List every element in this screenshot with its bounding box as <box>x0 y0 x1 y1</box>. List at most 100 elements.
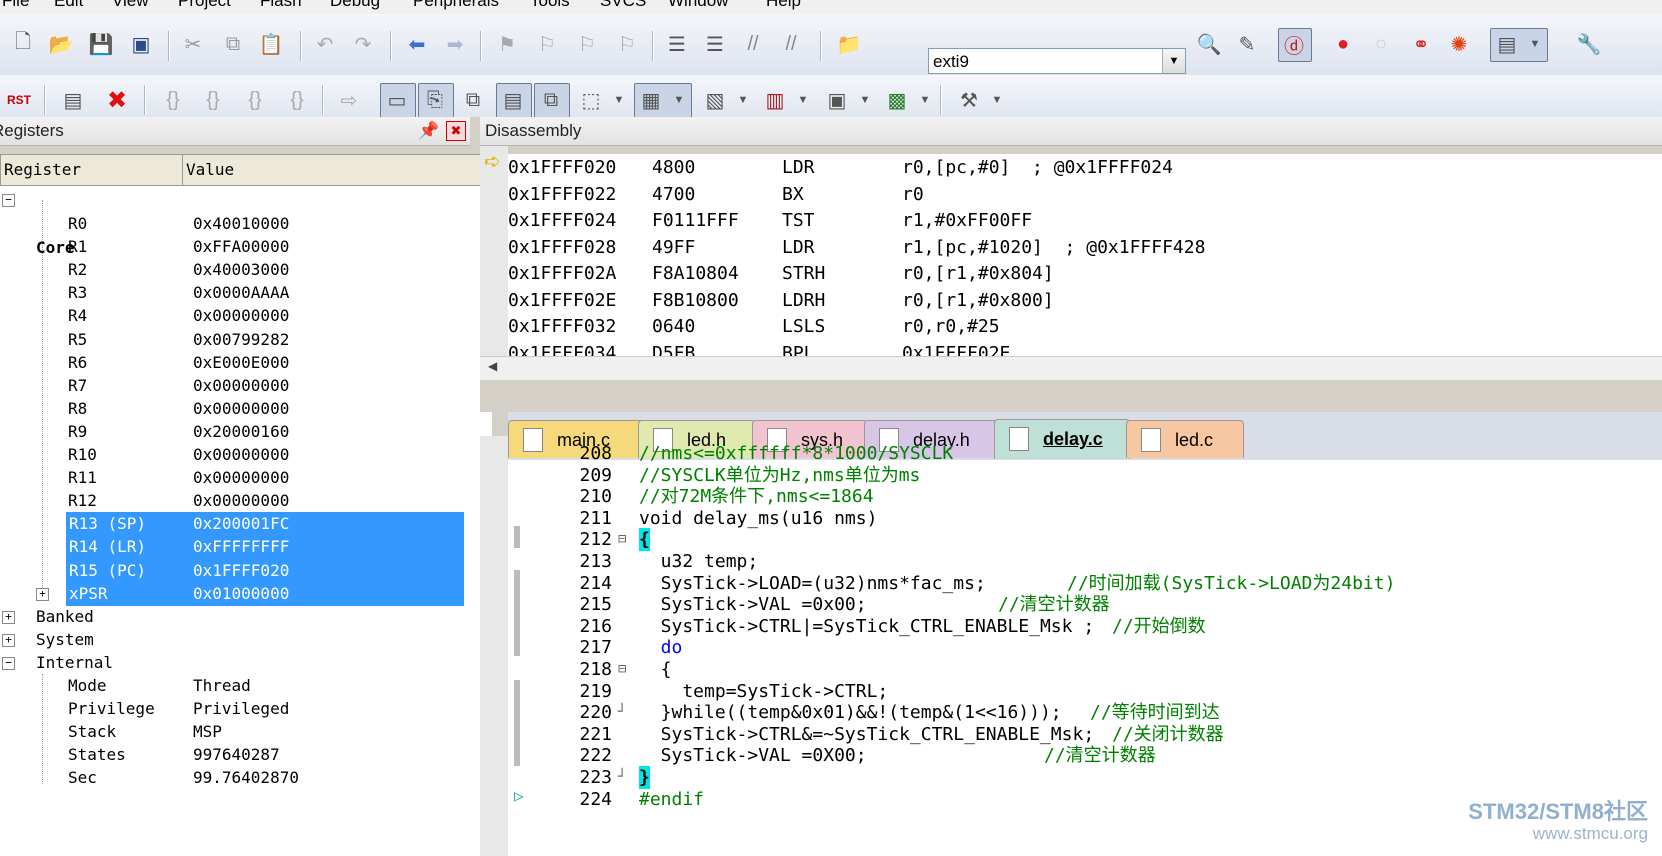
unindent-icon[interactable]: ☰ <box>702 31 728 57</box>
incremental-find-icon[interactable]: ✎ <box>1234 31 1260 57</box>
code-line[interactable]: 211 void delay_ms(u16 nms) <box>508 507 1662 530</box>
command-window-icon[interactable]: ▭ <box>384 87 410 113</box>
register-value[interactable]: 0x20000160 <box>193 420 289 444</box>
internal-row[interactable]: Sec 99.76402870 <box>0 766 492 790</box>
find-icon[interactable]: 🔍 <box>1196 31 1222 57</box>
menu-flash[interactable]: Flash <box>260 0 302 11</box>
register-row[interactable]: xPSR 0x01000000 + <box>36 581 464 606</box>
trace-window-icon[interactable]: ▣ <box>824 87 850 113</box>
menu-project[interactable]: Project <box>178 0 231 11</box>
bookmark-icon[interactable]: ⚑ <box>494 31 520 57</box>
disassembly-view[interactable]: 0x1FFFF020 4800 LDR r0,[pc,#0] ; @0x1FFFF02… <box>508 154 1662 379</box>
save-all-icon[interactable]: ▣ <box>128 31 154 57</box>
register-value[interactable]: 0x200001FC <box>193 512 289 536</box>
internal-row[interactable]: Mode Thread <box>0 674 492 698</box>
scroll-left-icon[interactable]: ◀ <box>488 359 497 373</box>
code-line[interactable]: 213 u32 temp; <box>508 550 1662 573</box>
register-value[interactable]: 0x00000000 <box>193 466 289 490</box>
undo-icon[interactable]: ↶ <box>312 31 338 57</box>
register-value[interactable]: 0x00000000 <box>193 397 289 421</box>
stop-icon[interactable]: ✖ <box>104 87 130 114</box>
menu-file[interactable]: File <box>2 0 29 11</box>
chevron-down-icon[interactable]: ▼ <box>730 87 756 113</box>
step-into-icon[interactable]: {} <box>160 87 186 113</box>
redo-icon[interactable]: ↷ <box>350 31 376 57</box>
fold-icon[interactable]: ┘ <box>618 766 626 789</box>
tree-group-system[interactable]: + System <box>0 628 492 652</box>
register-row[interactable]: R13 (SP) 0x200001FC <box>66 512 464 537</box>
collapse-icon[interactable]: − <box>2 194 15 207</box>
chevron-down-icon[interactable]: ▼ <box>984 87 1010 113</box>
register-value[interactable]: 0x00000000 <box>193 489 289 513</box>
new-file-icon[interactable]: 🗋 <box>10 31 36 57</box>
register-value[interactable]: 0xFFA00000 <box>193 235 289 259</box>
registers-window-icon[interactable]: ▤ <box>500 87 526 113</box>
comment-icon[interactable]: // <box>740 31 766 57</box>
indent-icon[interactable]: ☰ <box>664 31 690 57</box>
code-line[interactable]: 219 temp=SysTick->CTRL; <box>508 680 1662 703</box>
register-row[interactable]: R11 0x00000000 <box>0 466 492 490</box>
window-layout-icon[interactable]: ▤ <box>1494 31 1520 57</box>
code-line[interactable]: 217 do <box>508 636 1662 659</box>
chevron-down-icon[interactable]: ▼ <box>852 87 878 113</box>
bookmark-prev-icon[interactable]: ⚐ <box>534 31 560 57</box>
open-folder-icon[interactable]: 📂 <box>48 31 74 57</box>
step-out-icon[interactable]: {} <box>242 87 268 113</box>
register-row[interactable]: R6 0xE000E000 <box>0 351 492 375</box>
col-value-header[interactable]: Value <box>183 155 464 185</box>
debug-session-icon[interactable]: ⓓ <box>1281 31 1307 58</box>
code-line[interactable]: 216 SysTick->CTRL|=SysTick_CTRL_ENABLE_M… <box>508 615 1662 638</box>
register-row[interactable]: R9 0x20000160 <box>0 420 492 444</box>
code-line[interactable]: 222 SysTick->VAL =0X00; //清空计数器 <box>508 744 1662 767</box>
breakpoint-insert-icon[interactable]: ● <box>1330 31 1356 57</box>
expand-icon[interactable]: + <box>2 633 15 647</box>
system-viewer-icon[interactable]: ▩ <box>884 87 910 113</box>
internal-row[interactable]: Stack MSP <box>0 720 492 744</box>
reset-icon[interactable]: RST <box>6 87 32 113</box>
uncomment-icon[interactable]: // <box>778 31 804 57</box>
symbols-window-icon[interactable]: ⧉ <box>460 87 486 113</box>
code-line[interactable]: 212 {⊟ <box>508 528 1662 552</box>
breakpoint-kill-all-icon[interactable]: ✺ <box>1446 31 1472 57</box>
register-row[interactable]: R8 0x00000000 <box>0 397 492 421</box>
chevron-down-icon[interactable]: ▼ <box>912 87 938 113</box>
disassembly-row[interactable]: 0x1FFFF024 F0111FFF TST r1,#0xFF00FF <box>508 207 1662 235</box>
register-row[interactable]: R15 (PC) 0x1FFFF020 <box>66 558 464 583</box>
tree-core[interactable]: − Core <box>0 188 492 257</box>
cut-icon[interactable]: ✂ <box>180 31 206 57</box>
register-value[interactable]: 0x00000000 <box>193 304 289 328</box>
register-value[interactable]: 0x00000000 <box>193 374 289 398</box>
analysis-window-icon[interactable]: ▥ <box>762 87 788 113</box>
register-value[interactable]: 0x00000000 <box>193 443 289 467</box>
register-value[interactable]: 0xFFFFFFFF <box>193 535 289 559</box>
menu-view[interactable]: View <box>112 0 149 11</box>
expand-icon[interactable]: + <box>2 610 15 624</box>
tree-group-banked[interactable]: + Banked <box>0 605 492 629</box>
save-icon[interactable]: 💾 <box>88 31 114 57</box>
run-icon[interactable]: ▤ <box>60 87 86 113</box>
disassembly-window-icon[interactable]: ⎘ <box>422 87 448 113</box>
col-register-header[interactable]: Register <box>1 155 183 185</box>
fold-icon[interactable]: ⊟ <box>618 658 626 681</box>
watch-window-icon[interactable]: ⬚ <box>578 87 604 113</box>
show-next-statement-icon[interactable]: ⇨ <box>336 87 362 113</box>
register-value[interactable]: 0x01000000 <box>193 582 289 606</box>
register-value[interactable]: 0x0000AAAA <box>193 281 289 305</box>
disassembly-hscrollbar[interactable]: ◀ <box>480 356 1662 381</box>
register-value[interactable]: 0xE000E000 <box>193 351 289 375</box>
code-line[interactable]: 210 //对72M条件下,nms<=1864 <box>508 485 1662 508</box>
menu-peripherals[interactable]: Peripherals <box>413 0 499 11</box>
chevron-down-icon[interactable]: ▼ <box>790 87 816 113</box>
code-line[interactable]: 223} ┘ <box>508 766 1662 789</box>
bookmark-next-icon[interactable]: ⚐ <box>574 31 600 57</box>
chevron-down-icon[interactable]: ▼ <box>666 87 692 113</box>
register-row[interactable]: R0 0x40010000 <box>0 212 492 236</box>
find-in-files-icon[interactable]: 📁 <box>836 31 862 57</box>
menu-tools[interactable]: Tools <box>530 0 570 11</box>
run-to-cursor-icon[interactable]: {} <box>284 87 310 113</box>
register-row[interactable]: R10 0x00000000 <box>0 443 492 467</box>
menu-edit[interactable]: Edit <box>54 0 83 11</box>
copy-icon[interactable]: ⧉ <box>220 31 246 57</box>
disassembly-row[interactable]: 0x1FFFF02A F8A10804 STRH r0,[r1,#0x804] <box>508 260 1662 288</box>
close-icon[interactable]: ✖ <box>446 121 466 141</box>
